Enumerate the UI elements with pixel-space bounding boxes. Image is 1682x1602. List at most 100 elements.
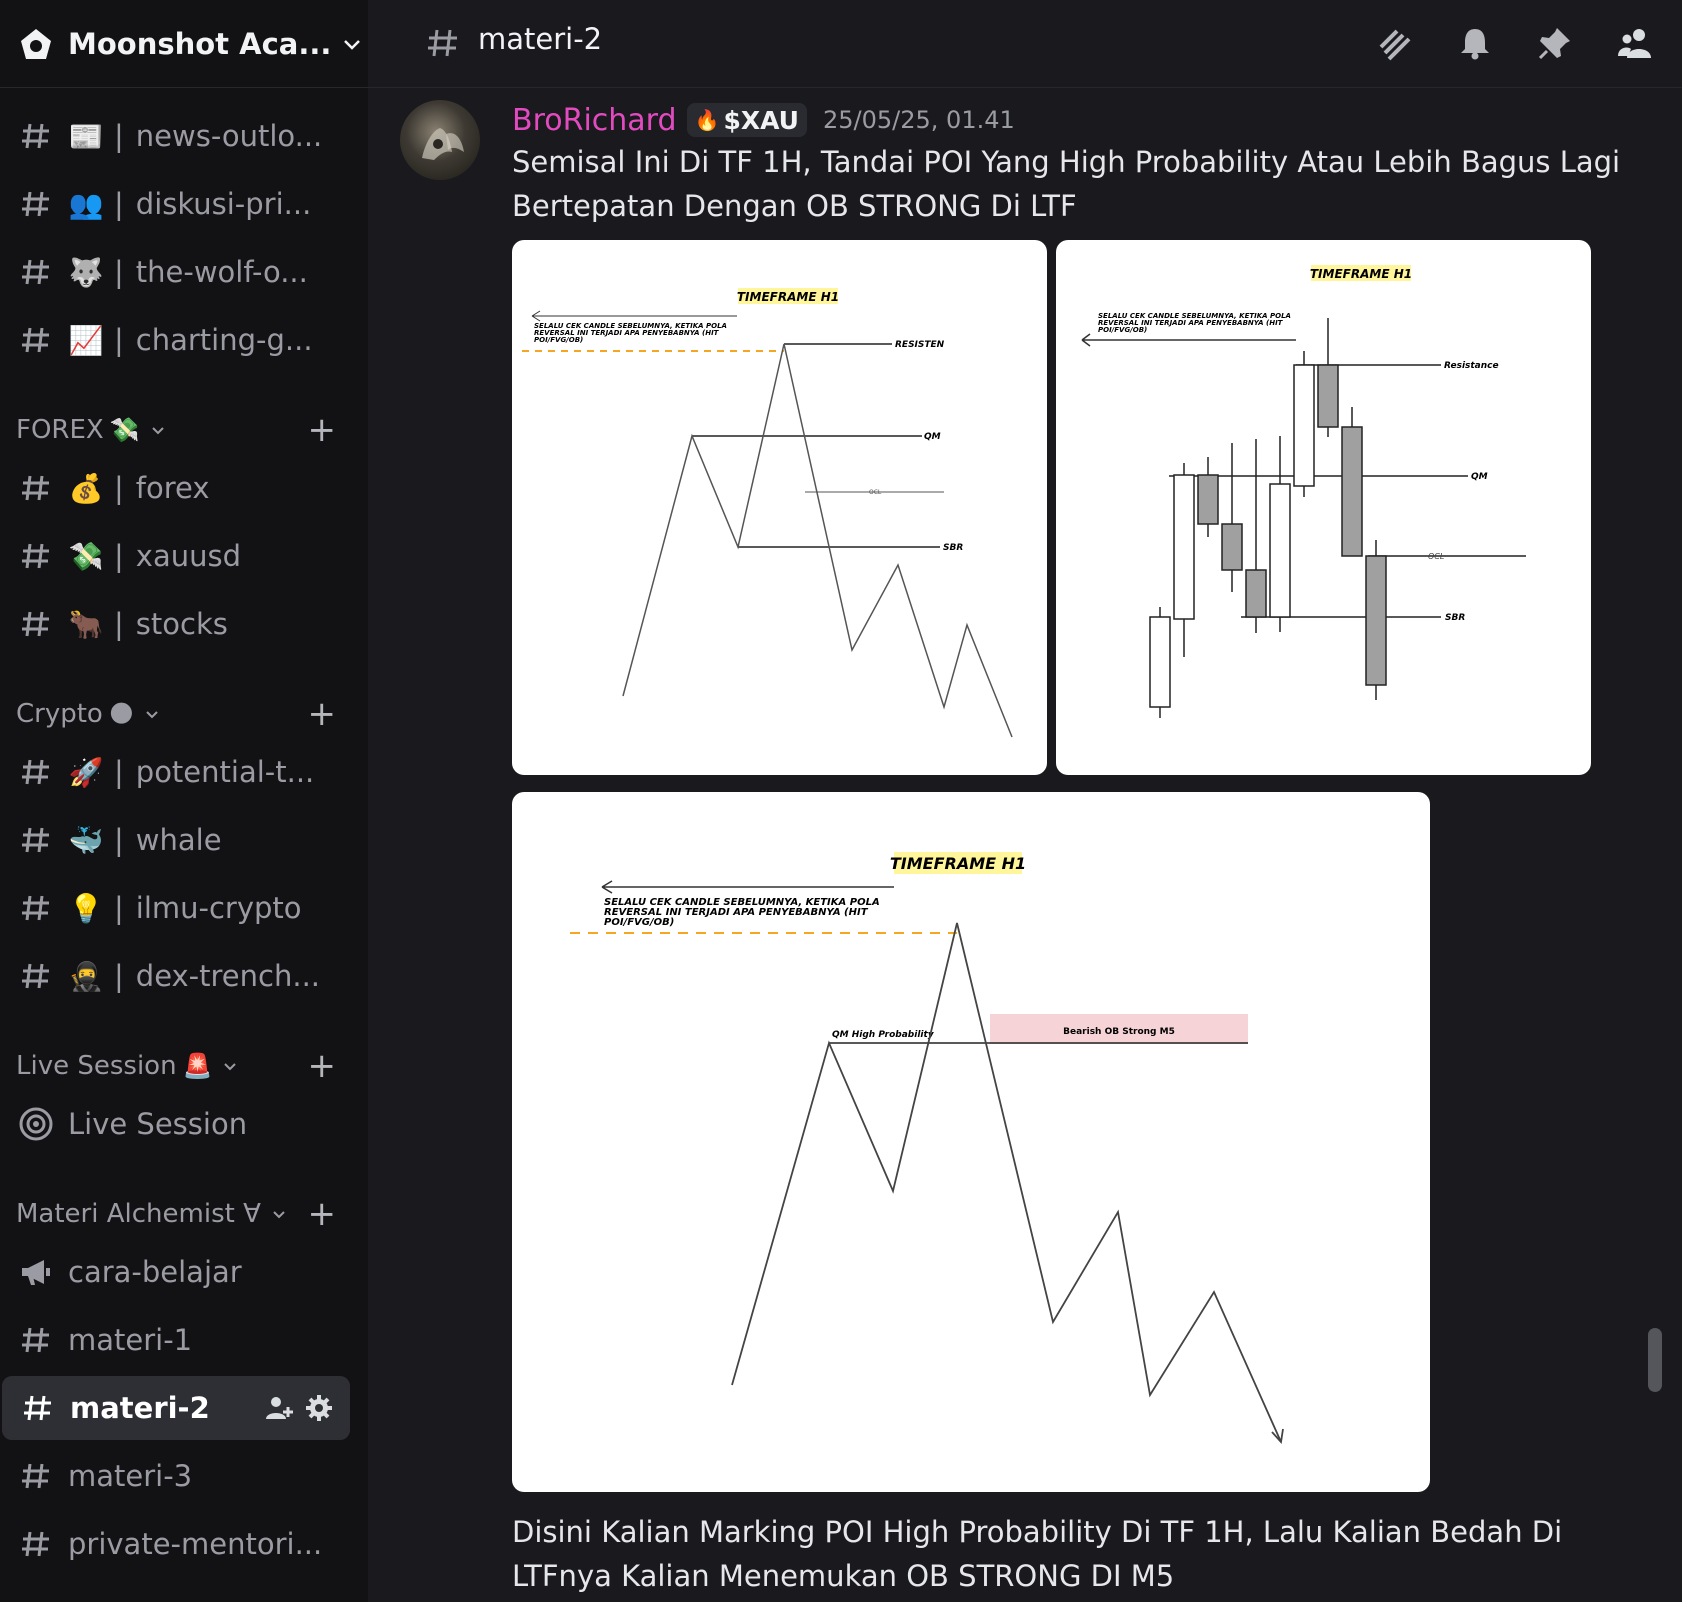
category-label: Materi Alchemist ∀ xyxy=(16,1199,261,1229)
bell-icon[interactable] xyxy=(1454,22,1496,64)
pin-icon[interactable] xyxy=(1534,22,1576,64)
ob-zone-label: Bearish OB Strong M5 xyxy=(1063,1027,1175,1037)
diagram-note: POI/FVG/OB) xyxy=(534,336,583,344)
channel-separator: | xyxy=(114,323,124,357)
channel-name: charting-g... xyxy=(135,323,313,357)
message-text-line: Bertepatan Dengan OB STRONG Di LTF xyxy=(512,189,1077,223)
text-channel-icon xyxy=(22,1327,49,1353)
add-channel-button[interactable]: + xyxy=(308,410,337,450)
channel-header: materi-2 xyxy=(368,0,1682,88)
add-channel-button[interactable]: + xyxy=(308,694,337,734)
channel-emoji: 🥷 xyxy=(68,959,104,993)
category-materi-alchemist[interactable]: Materi Alchemist ∀ + xyxy=(16,1194,336,1234)
sidebar-item-materi-3[interactable]: materi-3 xyxy=(0,1444,350,1508)
sidebar-item-private-mentoring[interactable]: private-mentori... xyxy=(0,1512,350,1576)
channel-emoji: 🚀 xyxy=(68,755,104,789)
invite-member-icon[interactable] xyxy=(264,1393,294,1423)
level-label: QM xyxy=(1471,472,1488,482)
channel-emoji: 📈 xyxy=(68,323,104,357)
attachment-image[interactable]: TIMEFRAME H1 SELALU CEK CANDLE SEBELUMNY… xyxy=(512,240,1047,775)
text-channel-icon xyxy=(22,259,49,285)
sidebar-item-stocks[interactable]: 🐂 | stocks xyxy=(0,592,350,656)
message-header: BroRichard 🔥 $XAU 25/05/25, 01.41 xyxy=(512,100,1015,140)
sidebar-item-charting[interactable]: 📈 | charting-g... xyxy=(0,308,350,372)
diagram-note: POI/FVG/OB) xyxy=(604,917,674,928)
timestamp: 25/05/25, 01.41 xyxy=(823,106,1015,134)
level-label: SBR xyxy=(1445,613,1465,623)
level-label: OCL xyxy=(1428,552,1444,561)
channel-name: materi-2 xyxy=(70,1391,210,1425)
announcement-icon xyxy=(22,1260,50,1285)
channel-emoji: 💰 xyxy=(68,471,104,505)
author-name[interactable]: BroRichard xyxy=(512,103,677,138)
scrollbar-thumb[interactable] xyxy=(1648,1328,1662,1392)
role-tag-label: $XAU xyxy=(723,105,799,135)
channel-separator: | xyxy=(114,891,124,925)
category-crypto[interactable]: Crypto 🌑 + xyxy=(16,694,336,734)
chart-diagram: TIMEFRAME H1 SELALU CEK CANDLE SEBELUMNY… xyxy=(570,852,1284,1445)
attachment-image[interactable]: TIMEFRAME H1 SELALU CEK CANDLE SEBELUMNY… xyxy=(1056,240,1591,775)
category-live-session[interactable]: Live Session 🚨 + xyxy=(16,1046,336,1086)
level-label: RESISTEN xyxy=(895,340,945,350)
threads-icon[interactable] xyxy=(1374,22,1416,64)
text-channel-icon xyxy=(22,895,49,921)
sidebar-item-diskusi[interactable]: 👥 | diskusi-pri... xyxy=(0,172,350,236)
chart-diagram: TIMEFRAME H1 SELALU CEK CANDLE SEBELUMNY… xyxy=(522,288,1013,738)
add-channel-button[interactable]: + xyxy=(308,1046,337,1086)
category-emoji: 💸 xyxy=(109,416,140,444)
chevron-down-icon xyxy=(151,427,164,435)
channel-name: Live Session xyxy=(68,1107,248,1141)
sidebar-item-materi-2[interactable]: materi-2 xyxy=(2,1376,350,1440)
sidebar-item-forex[interactable]: 💰 | forex xyxy=(0,456,350,520)
channel-name: cara-belajar xyxy=(68,1255,242,1289)
attachment-image[interactable]: TIMEFRAME H1 SELALU CEK CANDLE SEBELUMNY… xyxy=(512,792,1430,1492)
channel-separator: | xyxy=(114,471,124,505)
level-label: QM High Probability xyxy=(832,1030,935,1040)
text-channel-icon xyxy=(22,1531,49,1557)
diagram-title: TIMEFRAME H1 xyxy=(737,290,839,304)
gear-icon[interactable] xyxy=(304,1393,334,1423)
channel-emoji: 🐺 xyxy=(68,255,104,289)
text-channel-icon xyxy=(22,611,49,637)
channel-name: potential-t... xyxy=(135,755,315,789)
channel-emoji: 🐳 xyxy=(68,823,104,857)
channel-name: diskusi-pri... xyxy=(135,187,312,221)
sidebar-item-news-outlook[interactable]: 📰 | news-outlo... xyxy=(0,104,350,168)
sidebar-item-ilmu-crypto[interactable]: 💡 | ilmu-crypto xyxy=(0,876,350,940)
channel-separator: | xyxy=(114,255,124,289)
sidebar-item-potential[interactable]: 🚀 | potential-t... xyxy=(0,740,350,804)
avatar[interactable] xyxy=(400,100,480,180)
fire-icon: 🔥 xyxy=(694,108,720,132)
sidebar-item-xauusd[interactable]: 💸 | xauusd xyxy=(0,524,350,588)
diagram-title: TIMEFRAME H1 xyxy=(890,854,1026,873)
category-label: Live Session xyxy=(16,1051,177,1081)
text-channel-icon xyxy=(22,475,49,501)
chevron-down-icon xyxy=(273,1211,285,1219)
channel-separator: | xyxy=(114,823,124,857)
sidebar-item-materi-1[interactable]: materi-1 xyxy=(0,1308,350,1372)
member-list-icon[interactable] xyxy=(1614,22,1656,64)
server-header[interactable]: Moonshot Aca... xyxy=(0,0,368,88)
channel-name: news-outlo... xyxy=(135,119,323,153)
level-label: Resistance xyxy=(1444,361,1499,371)
channel-separator: | xyxy=(114,607,124,641)
message-text-line: Semisal Ini Di TF 1H, Tandai POI Yang Hi… xyxy=(512,145,1621,179)
diagram-title: TIMEFRAME H1 xyxy=(1310,267,1412,281)
sidebar-item-live-session[interactable]: Live Session xyxy=(0,1092,350,1156)
text-channel-icon xyxy=(22,191,49,217)
chevron-down-icon xyxy=(146,711,158,719)
sidebar-item-dex-trench[interactable]: 🥷 | dex-trench... xyxy=(0,944,350,1008)
channel-emoji: 📰 xyxy=(68,119,104,153)
sidebar-item-the-wolf[interactable]: 🐺 | the-wolf-o... xyxy=(0,240,350,304)
sidebar-item-whale[interactable]: 🐳 | whale xyxy=(0,808,350,872)
channel-name: the-wolf-o... xyxy=(135,255,308,289)
text-channel-icon xyxy=(24,1395,51,1421)
channel-name: dex-trench... xyxy=(135,959,321,993)
text-channel-icon xyxy=(428,29,457,57)
sidebar-item-cara-belajar[interactable]: cara-belajar xyxy=(0,1240,350,1304)
channel-name: private-mentori... xyxy=(68,1527,323,1561)
category-forex[interactable]: FOREX 💸 + xyxy=(16,410,336,450)
add-channel-button[interactable]: + xyxy=(308,1194,337,1234)
role-tag[interactable]: 🔥 $XAU xyxy=(686,103,807,137)
channel-name: ilmu-crypto xyxy=(135,891,302,925)
